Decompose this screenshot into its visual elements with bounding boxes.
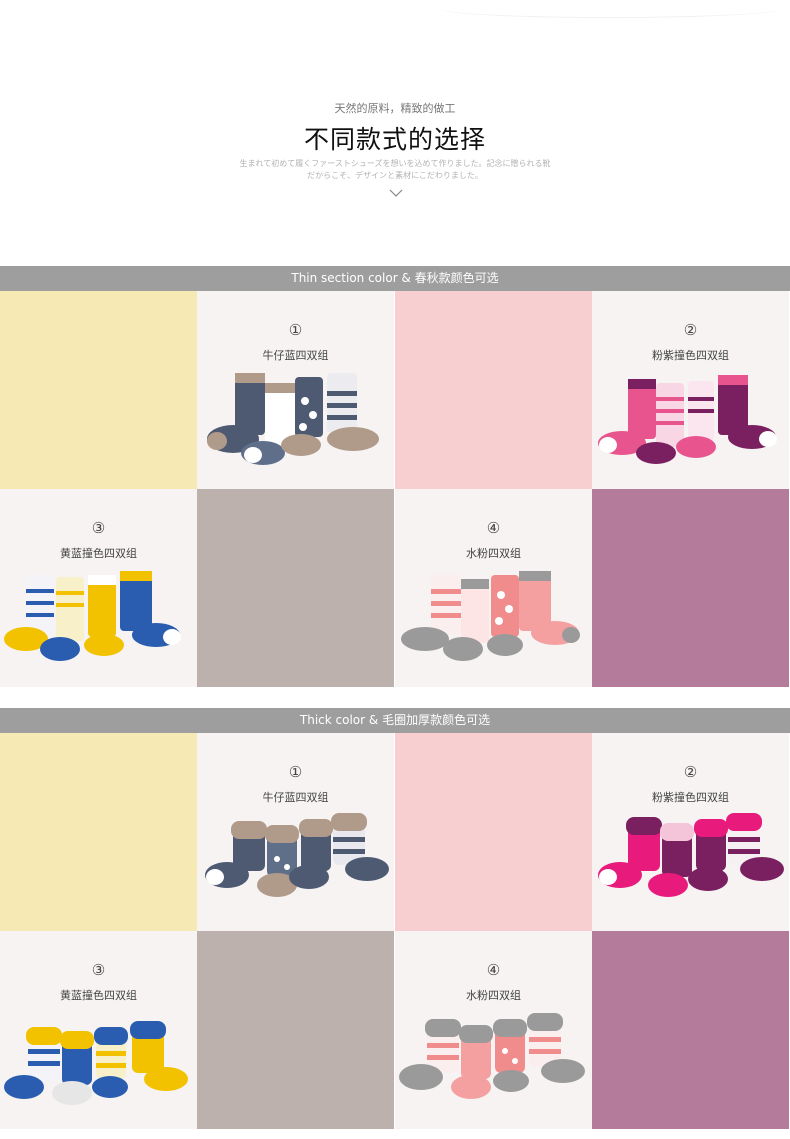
sock-set-image bbox=[4, 571, 181, 661]
product-card-2[interactable]: ② 粉紫撞色四双组 bbox=[592, 733, 789, 931]
sock bbox=[718, 375, 777, 449]
product-card-3[interactable]: ③ 黄蓝撞色四双组 bbox=[0, 931, 197, 1129]
product-number: ④ bbox=[486, 961, 501, 979]
sock-set-image bbox=[399, 1013, 585, 1099]
sock bbox=[399, 1019, 461, 1090]
product-number: ① bbox=[288, 763, 303, 781]
chevron-down-icon bbox=[389, 189, 403, 197]
sock bbox=[519, 571, 580, 645]
product-card-3[interactable]: ③ 黄蓝撞色四双组 bbox=[0, 489, 197, 687]
product-card-1[interactable]: ① 牛仔蓝四双组 bbox=[197, 733, 394, 931]
sock bbox=[92, 1027, 128, 1098]
color-block-purple bbox=[592, 489, 789, 687]
hero-title: 不同款式的选择 bbox=[303, 125, 486, 154]
sock bbox=[84, 575, 124, 656]
hero-jp-line-1: 生まれて初めて履くファーストシューズを想いを込めて作りました。記念に贈られる靴 bbox=[239, 159, 551, 168]
sock-set-image bbox=[207, 373, 379, 465]
sock bbox=[493, 1019, 529, 1092]
product-card-4[interactable]: ④ 水粉四双组 bbox=[395, 489, 592, 687]
sock bbox=[4, 1027, 62, 1099]
color-block-gray bbox=[197, 931, 394, 1129]
product-number: ④ bbox=[486, 519, 501, 537]
product-card-4[interactable]: ④ 水粉四双组 bbox=[395, 931, 592, 1129]
sock bbox=[327, 373, 379, 451]
color-block-gray bbox=[197, 489, 394, 687]
sock bbox=[487, 575, 523, 656]
product-number: ② bbox=[683, 763, 698, 781]
sock bbox=[726, 813, 784, 881]
sock bbox=[130, 1021, 188, 1091]
sock bbox=[4, 575, 54, 651]
hero-jp-line-2: だからこそ、デザインと素材にこだわりました。 bbox=[307, 171, 483, 180]
sock bbox=[205, 821, 267, 888]
sock-set-image bbox=[598, 813, 784, 897]
sock bbox=[120, 571, 181, 647]
product-card-2[interactable]: ② 粉紫撞色四双组 bbox=[592, 291, 789, 489]
color-block-yellow bbox=[0, 733, 197, 931]
sock bbox=[688, 819, 728, 891]
color-block-yellow bbox=[0, 291, 197, 489]
color-block-pink bbox=[395, 291, 592, 489]
product-number: ③ bbox=[91, 961, 106, 979]
sock bbox=[207, 373, 265, 453]
sock-set-image bbox=[598, 375, 777, 464]
section-header-thick: Thick color & 毛圈加厚款颜色可选 bbox=[0, 708, 790, 733]
color-block-pink bbox=[395, 733, 592, 931]
color-block-purple bbox=[592, 931, 789, 1129]
product-grid-thin: ① 牛仔蓝四双组 ② 粉紫撞色四双组 ③ 黄蓝撞色四双组 ④ 水粉四双组 bbox=[0, 291, 790, 687]
sock bbox=[598, 817, 662, 888]
sock-set-image bbox=[401, 571, 580, 661]
sock-set-image bbox=[4, 1021, 188, 1105]
sock bbox=[527, 1013, 585, 1083]
sock-set-image bbox=[205, 813, 389, 897]
product-number: ③ bbox=[91, 519, 106, 537]
hero-section: 天然的原料，精致的做工 不同款式的选择 生まれて初めて履くファーストシューズを想… bbox=[0, 0, 790, 265]
section-header-thin: Thin section color & 春秋款颜色可选 bbox=[0, 266, 790, 291]
product-number: ② bbox=[683, 321, 698, 339]
product-grid-thick: ① 牛仔蓝四双组 ② 粉紫撞色四双组 ③ 黄蓝撞色四双组 ④ 水粉四双组 bbox=[0, 733, 790, 1129]
product-card-1[interactable]: ① 牛仔蓝四双组 bbox=[197, 291, 394, 489]
sock bbox=[331, 813, 389, 881]
hero-subtitle: 天然的原料，精致的做工 bbox=[334, 102, 456, 115]
product-number: ① bbox=[288, 321, 303, 339]
